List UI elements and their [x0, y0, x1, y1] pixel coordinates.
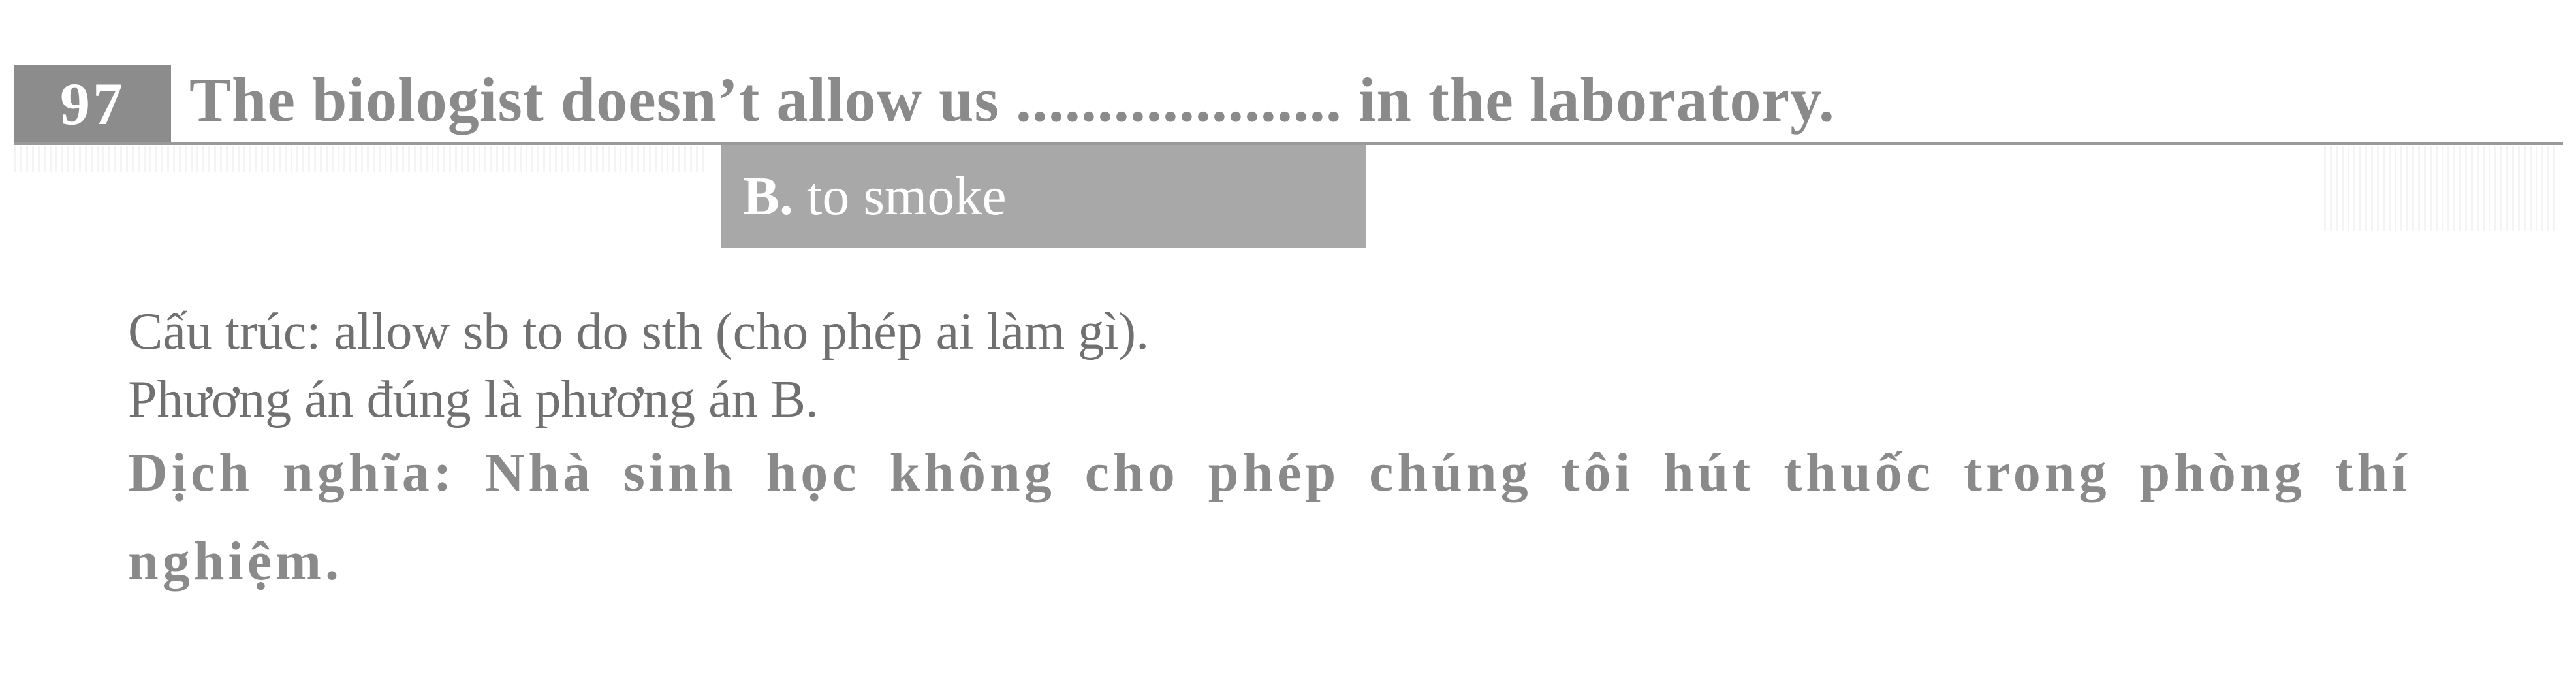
translation-text: Dịch nghĩa: Nhà sinh học không cho phép … [128, 442, 2411, 592]
document-page: 97 The biologist doesn’t allow us ......… [0, 0, 2576, 678]
answer-letter: B. [743, 166, 794, 227]
question-text: The biologist doesn’t allow us .........… [189, 65, 1835, 135]
structure-note: Cấu trúc: allow sb to do sth (cho phép a… [128, 303, 1150, 361]
scan-texture [2324, 146, 2559, 231]
answer-text: to smoke [793, 166, 1007, 227]
scan-texture [14, 146, 706, 172]
answer-box: B. to smoke [721, 145, 1366, 248]
question-number: 97 [14, 65, 171, 142]
correct-option-note: Phương án đúng là phương án B. [128, 371, 819, 428]
